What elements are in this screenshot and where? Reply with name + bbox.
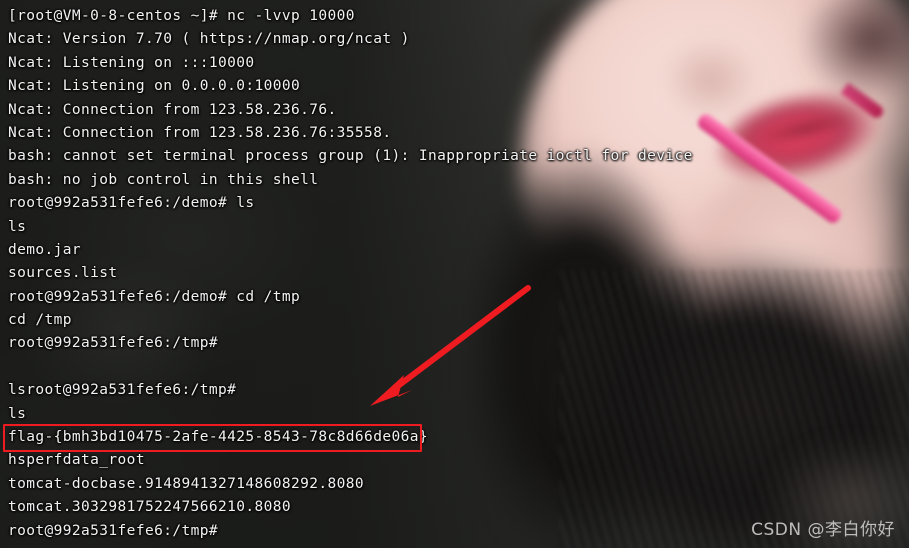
terminal-line: Ncat: Version 7.70 ( https://nmap.org/nc… <box>8 31 410 48</box>
terminal-line: tomcat-docbase.9148941327148608292.8080 <box>8 475 365 492</box>
terminal-line: demo.jar <box>8 241 82 258</box>
terminal-line: Ncat: Listening on 0.0.0.0:10000 <box>8 78 301 95</box>
terminal-line: hsperfdata_root <box>8 452 145 469</box>
terminal-line: root@992a531fefe6:/demo# cd /tmp <box>8 288 301 305</box>
terminal-line: lsroot@992a531fefe6:/tmp# <box>8 382 237 399</box>
terminal-line: root@992a531fefe6:/tmp# <box>8 335 218 352</box>
terminal-line: Ncat: Listening on :::10000 <box>8 54 255 71</box>
flag-highlight-box <box>3 424 422 452</box>
terminal-line: Ncat: Connection from 123.58.236.76:3555… <box>8 124 392 141</box>
csdn-watermark: CSDN @李白你好 <box>751 520 895 540</box>
screenshot-root: [root@VM-0-8-centos ~]# nc -lvvp 10000 N… <box>0 0 909 548</box>
terminal-line: cd /tmp <box>8 312 72 329</box>
terminal-line: bash: no job control in this shell <box>8 171 319 188</box>
terminal-line: sources.list <box>8 265 118 282</box>
terminal-line: Ncat: Connection from 123.58.236.76. <box>8 101 337 118</box>
terminal-line: ls <box>8 405 27 422</box>
terminal-line: root@992a531fefe6:/demo# ls <box>8 195 255 212</box>
terminal-line: [root@VM-0-8-centos ~]# nc -lvvp 10000 <box>8 8 355 24</box>
terminal-line: ls <box>8 218 27 235</box>
terminal-line: bash: cannot set terminal process group … <box>8 148 693 165</box>
terminal-output: [root@VM-0-8-centos ~]# nc -lvvp 10000 N… <box>0 0 909 548</box>
